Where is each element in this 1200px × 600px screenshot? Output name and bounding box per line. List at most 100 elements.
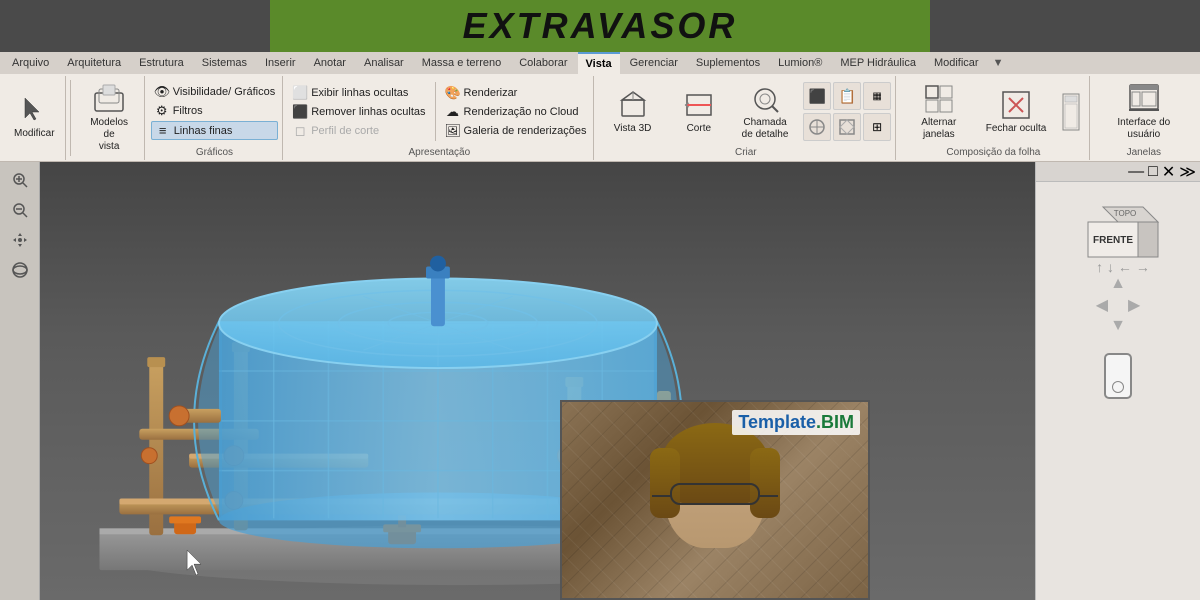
galeria-button[interactable]: 🖼 Galeria de renderizações <box>442 122 590 140</box>
interface-button[interactable]: Interface do usuário <box>1096 80 1192 144</box>
template-prefix: Template <box>738 412 816 432</box>
tab-arquitetura[interactable]: Arquitetura <box>59 52 129 74</box>
right-panel-header: — □ ✕ ≫ <box>1036 162 1200 182</box>
ribbon: Arquivo Arquitetura Estrutura Sistemas I… <box>0 52 1200 162</box>
phone-icon-area <box>1094 343 1142 409</box>
fechar-button[interactable]: Fechar oculta <box>979 86 1052 138</box>
maximize-icon[interactable]: □ <box>1148 163 1158 181</box>
tab-colaborar[interactable]: Colaborar <box>511 52 575 74</box>
interface-icon <box>1128 83 1160 115</box>
tab-inserir[interactable]: Inserir <box>257 52 304 74</box>
sep1 <box>70 80 71 156</box>
bim-suffix: .BIM <box>816 412 854 432</box>
show-hidden-icon: ⬜ <box>292 85 308 101</box>
corte-icon <box>683 89 715 121</box>
criar-group: Vista 3D Corte <box>596 76 896 160</box>
sep2 <box>435 82 436 141</box>
remove-hidden-icon: ⬛ <box>292 104 308 120</box>
models-view-button[interactable]: Modelos devista <box>79 80 140 156</box>
chamada-button[interactable]: Chamada de detalhe <box>733 80 797 144</box>
nav-btn-4[interactable] <box>803 113 831 141</box>
main-viewport[interactable]: Template.BIM <box>40 162 1035 600</box>
tab-gerenciar[interactable]: Gerenciar <box>622 52 686 74</box>
tab-mep[interactable]: MEP Hidráulica <box>832 52 924 74</box>
pan-tool[interactable] <box>4 226 36 254</box>
linhas-finas-button[interactable]: ≡ Linhas finas <box>151 121 279 140</box>
nav-btn-3[interactable]: ▦ <box>863 82 891 110</box>
profile-icon: ◻ <box>292 123 308 139</box>
tab-modificar[interactable]: Modificar <box>926 52 987 74</box>
graficos-label: Gráficos <box>151 145 279 158</box>
person-silhouette <box>605 418 825 598</box>
down-arrow[interactable]: ▼ <box>1110 317 1126 335</box>
fechar-label: Fechar oculta <box>986 123 1047 135</box>
nav-btn-5[interactable] <box>833 113 861 141</box>
tab-arquivo[interactable]: Arquivo <box>4 52 57 74</box>
vista3d-button[interactable]: Vista 3D <box>600 86 664 138</box>
expand-icon[interactable]: ≫ <box>1179 162 1196 182</box>
perfil-corte-button[interactable]: ◻ Perfil de corte <box>289 122 428 140</box>
modify-button[interactable]: Modificar <box>8 78 61 156</box>
vista3d-label: Vista 3D <box>614 123 652 135</box>
nav-btn-2[interactable]: 📋 <box>833 82 861 110</box>
left-toolbar <box>0 162 40 600</box>
corte-button[interactable]: Corte <box>667 86 731 138</box>
alternar-label: Alternar janelas <box>908 117 969 141</box>
lines-icon: ≡ <box>155 123 171 138</box>
tab-analisar[interactable]: Analisar <box>356 52 412 74</box>
svg-text:FRENTE: FRENTE <box>1093 235 1133 246</box>
minimize-icon[interactable]: — <box>1128 163 1144 181</box>
svg-text:TOPO: TOPO <box>1114 209 1137 218</box>
tab-vista[interactable]: Vista <box>578 52 620 74</box>
cloud-icon: ☁ <box>445 104 461 120</box>
right-arrow[interactable]: ▶ <box>1128 295 1140 315</box>
person-glasses <box>670 483 760 505</box>
ribbon-extra-btn[interactable]: ▼ <box>993 57 1004 69</box>
alternar-button[interactable]: Alternar janelas <box>902 80 975 144</box>
visibilidade-button[interactable]: 👁 Visibilidade/ Gráficos <box>151 83 279 101</box>
view-cube[interactable]: TOPO FRENTE ↑ ↓ ← → <box>1083 202 1153 267</box>
title-banner: EXTRAVASOR <box>0 0 1200 52</box>
render-cloud-button[interactable]: ☁ Renderização no Cloud <box>442 103 590 121</box>
tab-estrutura[interactable]: Estrutura <box>131 52 192 74</box>
person-hair-right <box>750 448 780 518</box>
webcam-overlay: Template.BIM <box>560 400 870 600</box>
renderizar-button[interactable]: 🎨 Renderizar <box>442 84 590 102</box>
apresentacao-label: Apresentação <box>289 145 589 158</box>
tab-anotar[interactable]: Anotar <box>306 52 354 74</box>
canvas-area: Template.BIM — □ ✕ ≫ TOPO FRENTE <box>0 162 1200 600</box>
models-group: Modelos devista <box>75 76 145 160</box>
zoom-in-tool[interactable] <box>4 166 36 194</box>
composicao-group: Alternar janelas Fechar oculta <box>898 76 1089 160</box>
tab-suplementos[interactable]: Suplementos <box>688 52 768 74</box>
apresentacao-group: ⬜ Exibir linhas ocultas ⬛ Remover linhas… <box>285 76 594 160</box>
webcam-background: Template.BIM <box>562 402 868 598</box>
janelas-group: Interface do usuário Janelas <box>1092 76 1196 160</box>
zoom-out-tool[interactable] <box>4 196 36 224</box>
tank-scene-svg <box>40 162 1035 600</box>
lr-arrows: ◀ ▶ <box>1096 295 1141 315</box>
composicao-label: Composição da folha <box>902 145 1084 158</box>
janelas-label: Janelas <box>1096 145 1192 158</box>
composicao-extra[interactable] <box>1057 87 1085 137</box>
tab-sistemas[interactable]: Sistemas <box>194 52 255 74</box>
eye-icon: 👁 <box>154 84 170 100</box>
graficos-group: 👁 Visibilidade/ Gráficos ⚙ Filtros ≡ Lin… <box>147 76 284 160</box>
filter-icon: ⚙ <box>154 103 170 119</box>
close-icon[interactable]: ✕ <box>1162 162 1175 182</box>
remover-linhas-button[interactable]: ⬛ Remover linhas ocultas <box>289 103 428 121</box>
nav-btn-6[interactable]: ⊞ <box>863 113 891 141</box>
left-arrow[interactable]: ◀ <box>1096 295 1108 315</box>
right-panel: — □ ✕ ≫ TOPO FRENTE ↑ ↓ ← → <box>1035 162 1200 600</box>
nav-btn-1[interactable]: ⬛ <box>803 82 831 110</box>
filtros-button[interactable]: ⚙ Filtros <box>151 102 279 120</box>
tab-massa-terreno[interactable]: Massa e terreno <box>414 52 509 74</box>
exibir-linhas-button[interactable]: ⬜ Exibir linhas ocultas <box>289 84 428 102</box>
orbit-tool[interactable] <box>4 256 36 284</box>
alternar-icon <box>923 83 955 115</box>
nav-arrows: ▲ ◀ ▶ ▼ <box>1096 275 1141 335</box>
models-icon <box>93 83 125 115</box>
up-arrow[interactable]: ▲ <box>1110 275 1126 293</box>
cursor-icon <box>18 94 50 126</box>
tab-lumion[interactable]: Lumion® <box>770 52 830 74</box>
